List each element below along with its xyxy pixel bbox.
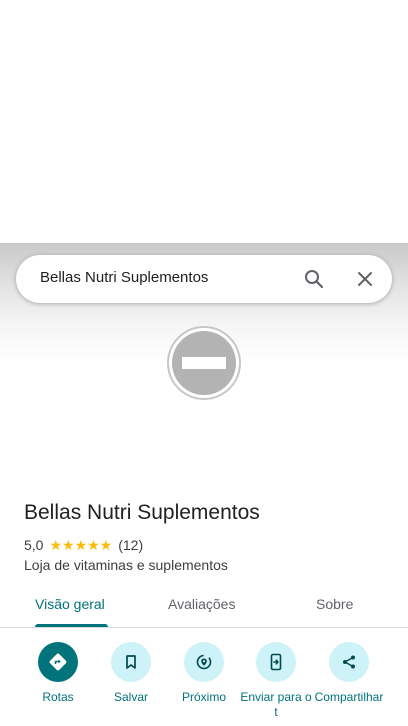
share-label: Compartilhar xyxy=(314,690,384,704)
save-button[interactable]: Salvar xyxy=(93,642,169,705)
send-to-phone-icon[interactable] xyxy=(256,642,296,682)
tab-bar: Visão geral Avaliações Sobre xyxy=(0,586,408,628)
close-icon[interactable] xyxy=(353,267,377,291)
share-icon[interactable] xyxy=(329,642,369,682)
place-title: Bellas Nutri Suplementos xyxy=(24,501,260,524)
review-count[interactable]: (12) xyxy=(118,537,143,553)
send-to-phone-button[interactable]: Enviar para o t xyxy=(238,642,314,720)
rating-row[interactable]: 5,0 ★★★★★ (12) xyxy=(24,536,143,554)
rating-value: 5,0 xyxy=(24,537,44,553)
share-button[interactable]: Compartilhar xyxy=(311,642,387,705)
search-bar[interactable]: Bellas Nutri Suplementos xyxy=(16,255,392,303)
active-tab-indicator xyxy=(35,624,108,627)
map-area[interactable] xyxy=(0,0,408,243)
search-icon[interactable] xyxy=(302,267,326,291)
place-category: Loja de vitaminas e suplementos xyxy=(24,557,228,573)
directions-label: Rotas xyxy=(42,690,74,704)
save-label: Salvar xyxy=(113,690,148,704)
star-rating-icon: ★★★★★ xyxy=(49,536,113,553)
search-query[interactable]: Bellas Nutri Suplementos xyxy=(40,269,208,286)
bookmark-icon[interactable] xyxy=(111,642,151,682)
directions-button[interactable]: Rotas xyxy=(20,642,96,705)
tab-about[interactable]: Sobre xyxy=(316,596,353,612)
tab-reviews[interactable]: Avaliações xyxy=(168,596,235,612)
place-details-page: Bellas Nutri Suplementos Bellas Nutri Su… xyxy=(0,0,408,726)
tab-overview[interactable]: Visão geral xyxy=(35,596,105,612)
no-image-icon xyxy=(166,325,242,401)
nearby-icon[interactable] xyxy=(184,642,224,682)
directions-icon[interactable] xyxy=(38,642,78,682)
nearby-button[interactable]: Próximo xyxy=(166,642,242,705)
action-buttons: Rotas Salvar Próximo Enviar para o t Com… xyxy=(0,642,408,726)
nearby-label: Próximo xyxy=(181,690,226,704)
send-to-phone-label: Enviar para o t xyxy=(240,690,312,719)
